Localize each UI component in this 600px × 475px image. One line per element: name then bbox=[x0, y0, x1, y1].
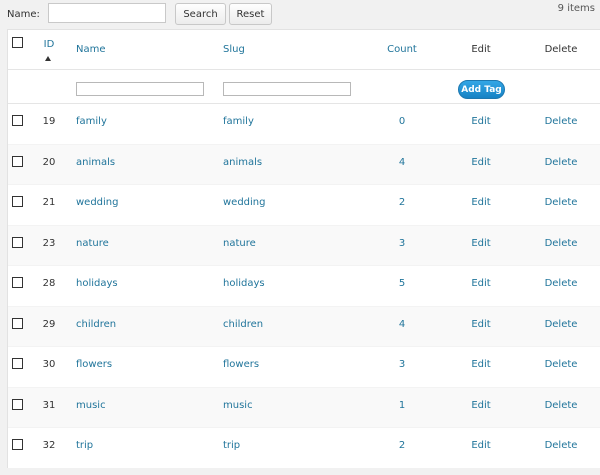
row-edit-link[interactable]: Edit bbox=[463, 359, 499, 370]
row-delete-link[interactable]: Delete bbox=[541, 278, 581, 289]
table-row: 31 music music 1 Edit Delete bbox=[8, 387, 600, 428]
table-row: 29 children children 4 Edit Delete bbox=[8, 306, 600, 347]
row-edit-link[interactable]: Edit bbox=[463, 116, 499, 127]
row-name-link[interactable]: children bbox=[76, 319, 116, 330]
sort-ascending-icon bbox=[45, 56, 51, 61]
row-delete-link[interactable]: Delete bbox=[541, 157, 581, 168]
reset-button[interactable]: Reset bbox=[229, 3, 272, 25]
row-name-link[interactable]: family bbox=[76, 116, 107, 127]
column-header-name[interactable]: Name bbox=[76, 44, 106, 55]
row-delete-link[interactable]: Delete bbox=[541, 319, 581, 330]
row-checkbox[interactable] bbox=[12, 115, 23, 126]
row-count-link[interactable]: 4 bbox=[383, 319, 421, 330]
row-checkbox[interactable] bbox=[12, 277, 23, 288]
table-row: 32 trip trip 2 Edit Delete bbox=[8, 428, 600, 469]
row-checkbox[interactable] bbox=[12, 155, 23, 167]
column-header-id[interactable]: ID bbox=[37, 39, 61, 50]
row-checkbox[interactable] bbox=[12, 358, 23, 369]
table-row: 30 flowers flowers 3 Edit Delete bbox=[8, 347, 600, 388]
table-body: 19 family family 0 Edit Delete 20 animals animal… bbox=[8, 104, 600, 469]
row-id: 20 bbox=[42, 156, 56, 168]
column-header-delete: Delete bbox=[544, 44, 578, 55]
items-count: 9 items bbox=[557, 3, 595, 14]
row-count-link[interactable]: 1 bbox=[383, 400, 421, 411]
row-slug-link[interactable]: children bbox=[223, 319, 263, 330]
row-slug-link[interactable]: holidays bbox=[223, 278, 265, 289]
name-search-input[interactable] bbox=[48, 3, 166, 23]
table-row: 21 wedding wedding 2 Edit Delete bbox=[8, 185, 600, 226]
row-name-link[interactable]: animals bbox=[76, 157, 115, 168]
row-id: 23 bbox=[42, 237, 56, 249]
table-row: 28 holidays holidays 5 Edit Delete bbox=[8, 266, 600, 307]
row-slug-link[interactable]: trip bbox=[223, 440, 240, 451]
row-delete-link[interactable]: Delete bbox=[541, 197, 581, 208]
row-slug-link[interactable]: wedding bbox=[223, 197, 266, 208]
add-tag-row bbox=[8, 70, 600, 104]
row-id: 19 bbox=[42, 116, 56, 127]
row-edit-link[interactable]: Edit bbox=[463, 197, 499, 208]
row-id: 31 bbox=[42, 399, 56, 411]
table-footer-strip bbox=[7, 468, 600, 475]
row-checkbox[interactable] bbox=[12, 439, 23, 450]
row-edit-link[interactable]: Edit bbox=[463, 238, 499, 249]
row-checkbox[interactable] bbox=[12, 317, 23, 329]
row-slug-link[interactable]: animals bbox=[223, 157, 262, 168]
add-tag-button[interactable]: Add Tag bbox=[458, 80, 505, 99]
row-name-link[interactable]: holidays bbox=[76, 278, 118, 289]
row-id: 28 bbox=[42, 278, 56, 289]
row-slug-link[interactable]: flowers bbox=[223, 359, 259, 370]
table-row: 20 animals animals 4 Edit Delete bbox=[8, 144, 600, 185]
row-count-link[interactable]: 0 bbox=[383, 116, 421, 127]
table-row: 23 nature nature 3 Edit Delete bbox=[8, 225, 600, 266]
row-count-link[interactable]: 4 bbox=[383, 157, 421, 168]
row-delete-link[interactable]: Delete bbox=[541, 238, 581, 249]
row-count-link[interactable]: 3 bbox=[383, 238, 421, 249]
row-id: 21 bbox=[42, 197, 56, 208]
tags-table: ID Name Slug Count Edit Delete Add Tag 1… bbox=[7, 29, 600, 469]
row-count-link[interactable]: 2 bbox=[383, 440, 421, 451]
row-count-link[interactable]: 3 bbox=[383, 359, 421, 370]
new-tag-name-input[interactable] bbox=[76, 82, 204, 96]
row-checkbox[interactable] bbox=[12, 398, 23, 410]
row-delete-link[interactable]: Delete bbox=[541, 440, 581, 451]
row-delete-link[interactable]: Delete bbox=[541, 359, 581, 370]
row-slug-link[interactable]: family bbox=[223, 116, 254, 127]
new-tag-slug-input[interactable] bbox=[223, 82, 351, 96]
row-checkbox[interactable] bbox=[12, 236, 23, 248]
row-edit-link[interactable]: Edit bbox=[463, 157, 499, 168]
row-name-link[interactable]: trip bbox=[76, 440, 93, 451]
table-header: ID Name Slug Count Edit Delete bbox=[8, 30, 600, 70]
row-slug-link[interactable]: nature bbox=[223, 238, 256, 249]
row-checkbox[interactable] bbox=[12, 196, 23, 207]
column-header-slug[interactable]: Slug bbox=[223, 44, 245, 55]
row-name-link[interactable]: nature bbox=[76, 238, 109, 249]
row-name-link[interactable]: flowers bbox=[76, 359, 112, 370]
column-header-edit: Edit bbox=[471, 44, 491, 55]
row-id: 29 bbox=[42, 318, 56, 330]
search-button[interactable]: Search bbox=[175, 3, 226, 25]
row-id: 32 bbox=[42, 440, 56, 451]
row-name-link[interactable]: music bbox=[76, 400, 106, 411]
row-count-link[interactable]: 2 bbox=[383, 197, 421, 208]
select-all-checkbox[interactable] bbox=[12, 37, 23, 48]
row-delete-link[interactable]: Delete bbox=[541, 116, 581, 127]
row-delete-link[interactable]: Delete bbox=[541, 400, 581, 411]
row-edit-link[interactable]: Edit bbox=[463, 278, 499, 289]
search-toolbar: Name: Search Reset 9 items bbox=[0, 0, 600, 28]
name-filter-label: Name: bbox=[7, 9, 40, 20]
row-slug-link[interactable]: music bbox=[223, 400, 253, 411]
row-id: 30 bbox=[42, 359, 56, 370]
row-count-link[interactable]: 5 bbox=[383, 278, 421, 289]
row-edit-link[interactable]: Edit bbox=[463, 400, 499, 411]
row-edit-link[interactable]: Edit bbox=[463, 319, 499, 330]
table-row: 19 family family 0 Edit Delete bbox=[8, 104, 600, 145]
row-name-link[interactable]: wedding bbox=[76, 197, 119, 208]
column-header-count[interactable]: Count bbox=[383, 44, 421, 55]
row-edit-link[interactable]: Edit bbox=[463, 440, 499, 451]
